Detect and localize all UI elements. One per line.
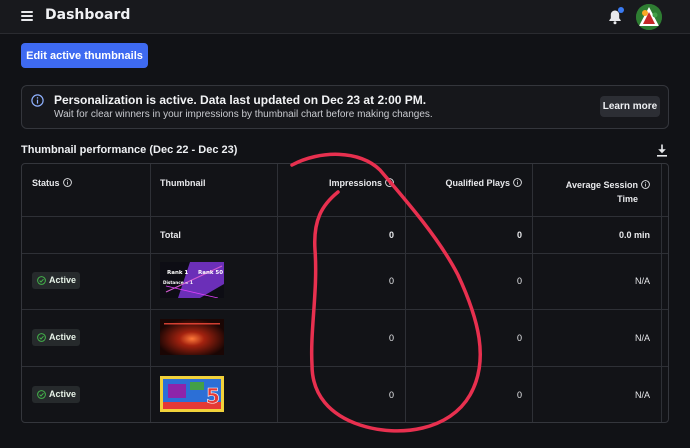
column-divider	[277, 164, 278, 422]
help-icon[interactable]	[62, 178, 72, 187]
learn-more-button[interactable]: Learn more	[600, 96, 660, 117]
header-impressions-label: Impressions	[328, 178, 382, 188]
total-impressions: 0	[388, 230, 394, 240]
row-plays: 0	[516, 276, 522, 286]
help-icon[interactable]	[641, 180, 650, 189]
header-session-label: Average Session	[565, 180, 638, 190]
column-divider	[150, 164, 151, 422]
edit-active-thumbnails-button[interactable]: Edit active thumbnails	[21, 43, 148, 68]
top-bar: Dashboard	[0, 0, 690, 34]
info-subtitle: Wait for clear winners in your impressio…	[54, 109, 433, 120]
row-impressions: 0	[388, 333, 394, 343]
row-divider	[22, 216, 668, 217]
check-circle-icon	[37, 276, 46, 285]
thumbnail-number: 5	[206, 384, 220, 408]
status-badge: Active	[32, 386, 80, 403]
check-circle-icon	[37, 390, 46, 399]
thumbnail-glow-icon	[160, 319, 224, 355]
avatar-image-icon	[636, 4, 662, 30]
status-text: Active	[49, 389, 77, 399]
row-session: N/A	[634, 333, 650, 343]
thumbnail-image[interactable]	[160, 319, 224, 355]
status-text: Active	[49, 275, 77, 285]
section-title: Thumbnail performance (Dec 22 - Dec 23)	[21, 144, 238, 156]
thumbnail-performance-table: Status Thumbnail Impressions Qualified P…	[21, 163, 669, 423]
thumbnail-rank-b: Rank 50	[198, 270, 223, 276]
thumbnail-image[interactable]: Rank 1 Rank 50 Distance = 1	[160, 262, 224, 298]
thumbnail-rank-a: Rank 1	[167, 270, 188, 276]
status-badge: Active	[32, 272, 80, 289]
row-plays: 0	[516, 333, 522, 343]
help-icon[interactable]	[513, 178, 522, 187]
header-status[interactable]: Status	[32, 178, 72, 188]
header-session-label-line2: Time	[617, 194, 638, 204]
header-impressions[interactable]: Impressions	[292, 178, 394, 188]
row-plays: 0	[516, 390, 522, 400]
column-divider	[532, 164, 533, 422]
row-impressions: 0	[388, 390, 394, 400]
row-session: N/A	[634, 390, 650, 400]
thumbnail-colorful-icon: 5	[160, 376, 224, 412]
hamburger-menu-icon[interactable]	[21, 11, 33, 21]
column-divider	[661, 164, 662, 422]
row-divider	[22, 366, 668, 367]
header-thumbnail: Thumbnail	[160, 178, 206, 188]
header-average-session-time[interactable]: Average Session Time	[542, 178, 650, 206]
row-divider	[22, 309, 668, 310]
column-divider	[405, 164, 406, 422]
total-session: 0.0 min	[618, 230, 650, 240]
check-circle-icon	[37, 333, 46, 342]
status-text: Active	[49, 332, 77, 342]
thumbnail-graphic-icon: Rank 1 Rank 50 Distance = 1	[160, 262, 224, 298]
row-session: N/A	[634, 276, 650, 286]
personalization-info-card: Personalization is active. Data last upd…	[21, 85, 669, 129]
row-impressions: 0	[388, 276, 394, 286]
thumbnail-distance: Distance = 1	[163, 280, 193, 285]
header-qualified-plays[interactable]: Qualified Plays	[412, 178, 522, 188]
row-divider	[22, 253, 668, 254]
download-icon[interactable]	[656, 144, 668, 157]
thumbnail-image[interactable]: 5	[160, 376, 224, 412]
total-label: Total	[160, 230, 181, 240]
avatar[interactable]	[636, 4, 662, 30]
notification-dot	[618, 7, 624, 13]
header-plays-label: Qualified Plays	[445, 178, 510, 188]
status-badge: Active	[32, 329, 80, 346]
info-title: Personalization is active. Data last upd…	[54, 93, 427, 107]
help-icon[interactable]	[385, 178, 394, 187]
page-title: Dashboard	[45, 7, 131, 23]
total-plays: 0	[516, 230, 522, 240]
header-status-label: Status	[32, 178, 60, 188]
info-circle-icon	[31, 94, 44, 107]
